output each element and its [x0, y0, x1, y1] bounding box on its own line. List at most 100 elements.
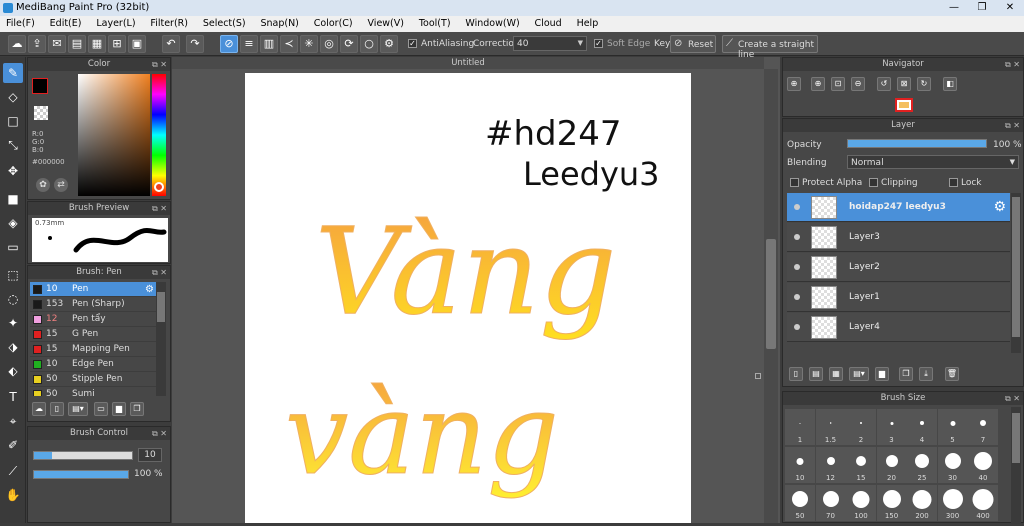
add-brush-icon[interactable]: ☁	[32, 402, 46, 416]
layer-row[interactable]: Layer1	[787, 283, 1010, 312]
layer-row[interactable]: Layer3	[787, 223, 1010, 252]
brush-size-option[interactable]: 7	[968, 409, 998, 445]
add-layer-menu-icon[interactable]: ▤▾	[849, 367, 869, 381]
brush-size-option[interactable]: 3	[876, 409, 907, 445]
share-icon[interactable]: ⇪	[28, 35, 46, 53]
list-item[interactable]: 15 G Pen	[30, 327, 156, 342]
brush-size-value[interactable]: 10	[138, 448, 162, 462]
brush-size-option[interactable]: 30	[937, 447, 968, 483]
panel-popout-icon[interactable]: ⧉ ✕	[152, 266, 167, 279]
brush-size-option[interactable]: 200	[907, 485, 937, 521]
list-item[interactable]: 10 Edge Pen	[30, 357, 156, 372]
menu-select[interactable]: Select(S)	[197, 16, 252, 29]
brush-size-option[interactable]: 10	[785, 447, 815, 483]
close-button[interactable]: ✕	[996, 0, 1024, 16]
menu-view[interactable]: View(V)	[362, 16, 410, 29]
hand-tool-icon[interactable]: ✋	[3, 485, 23, 505]
blending-dropdown[interactable]: Normal ▼	[847, 155, 1019, 169]
gradient-tool-icon[interactable]: ▭	[3, 237, 23, 257]
lasso-tool-icon[interactable]: ◌	[3, 289, 23, 309]
list-item[interactable]: 15 Mapping Pen	[30, 342, 156, 357]
lock-checkbox[interactable]	[949, 178, 958, 187]
circle-snap-icon[interactable]: ○	[360, 35, 378, 53]
list-item[interactable]: 10 Pen ⚙	[30, 282, 156, 297]
text-tool-icon[interactable]: T	[3, 387, 23, 407]
eye-icon[interactable]	[794, 204, 800, 210]
saturation-value-picker[interactable]	[78, 74, 150, 196]
rotate-left-icon[interactable]: ↺	[877, 77, 891, 91]
dot-tool-icon[interactable]: ⤡	[3, 135, 23, 155]
select-tool-icon[interactable]: ⬚	[3, 265, 23, 285]
brush-size-scrollbar[interactable]	[1011, 407, 1021, 524]
brush-size-option[interactable]: 20	[876, 447, 907, 483]
duplicate-brush-icon[interactable]: ❐	[130, 402, 144, 416]
select-eraser-tool-icon[interactable]: ⬖	[3, 361, 23, 381]
eye-icon[interactable]	[794, 264, 800, 270]
radial-snap-icon[interactable]: ✳	[300, 35, 318, 53]
minimize-button[interactable]: —	[940, 0, 968, 16]
undo-icon[interactable]: ↶	[162, 35, 180, 53]
palette-icon[interactable]: ✿	[36, 178, 50, 192]
hue-slider[interactable]	[152, 74, 166, 196]
soft-edge-checkbox[interactable]: ✓	[594, 39, 603, 48]
eye-icon[interactable]	[794, 234, 800, 240]
layer-row[interactable]: hoidap247 leedyu3 ⚙	[787, 193, 1010, 222]
canvas-tab[interactable]: Untitled	[172, 57, 764, 69]
magic-wand-tool-icon[interactable]: ✦	[3, 313, 23, 333]
layer-list-scrollbar[interactable]	[1011, 193, 1021, 353]
panel-popout-icon[interactable]: ⧉ ✕	[1005, 392, 1020, 405]
page-icon[interactable]: ▤	[68, 35, 86, 53]
brush-settings-icon[interactable]: ▭	[94, 402, 108, 416]
panel-popout-icon[interactable]: ⧉ ✕	[152, 427, 167, 440]
list-item[interactable]: 153 Pen (Sharp)	[30, 297, 156, 312]
menu-layer[interactable]: Layer(L)	[90, 16, 141, 29]
list-item[interactable]: 50 Stipple Pen	[30, 372, 156, 387]
zoom-out-icon[interactable]: ⊖	[851, 77, 865, 91]
list-item[interactable]: 12 Pen tẩy	[30, 312, 156, 327]
parallel-snap-icon[interactable]: ≡	[240, 35, 258, 53]
brush-size-option[interactable]: 5	[937, 409, 968, 445]
curve-snap-icon[interactable]: ⟳	[340, 35, 358, 53]
menu-color[interactable]: Color(C)	[308, 16, 359, 29]
blur-tool-icon[interactable]: ✐	[3, 435, 23, 455]
move-tool-icon[interactable]: ✥	[3, 161, 23, 181]
concentric-snap-icon[interactable]: ◎	[320, 35, 338, 53]
flip-icon[interactable]: ◧	[943, 77, 957, 91]
gear-icon[interactable]: ⚙	[145, 282, 154, 297]
antialiasing-checkbox[interactable]: ✓	[408, 39, 417, 48]
eye-icon[interactable]	[794, 324, 800, 330]
fit-icon[interactable]: ⊡	[831, 77, 845, 91]
merge-layer-icon[interactable]: ⤓	[919, 367, 933, 381]
brush-size-option[interactable]: 100	[846, 485, 876, 521]
panel-popout-icon[interactable]: ⧉ ✕	[1005, 119, 1020, 132]
vanishing-point-icon[interactable]: ≺	[280, 35, 298, 53]
list-item[interactable]: 50 Sumi	[30, 387, 156, 396]
brush-size-option[interactable]: 1	[785, 409, 815, 445]
brush-size-option[interactable]: 40	[968, 447, 998, 483]
panel-popout-icon[interactable]: ⧉ ✕	[1005, 58, 1020, 71]
rectangle-tool-icon[interactable]: □	[3, 111, 23, 131]
eyedropper-tool-icon[interactable]: ⟋	[3, 461, 23, 481]
panel-popout-icon[interactable]: ⧉ ✕	[152, 202, 167, 215]
brush-tool-icon[interactable]: ✎	[3, 63, 23, 83]
create-straight-line-button[interactable]: ⟋ Create a straight line	[722, 35, 818, 60]
protect-alpha-checkbox[interactable]	[790, 178, 799, 187]
brush-size-option[interactable]: 1.5	[815, 409, 846, 445]
folder-icon[interactable]: ▆	[875, 367, 889, 381]
menu-edit[interactable]: Edit(E)	[44, 16, 88, 29]
cloud-icon[interactable]: ☁	[8, 35, 26, 53]
brush-size-option[interactable]: 12	[815, 447, 846, 483]
rotate-right-icon[interactable]: ↻	[917, 77, 931, 91]
brush-size-option[interactable]: 400	[968, 485, 998, 521]
new-8bit-layer-icon[interactable]: ▦	[829, 367, 843, 381]
brush-size-option[interactable]: 50	[785, 485, 815, 521]
correction-dropdown[interactable]: 40 ▼	[513, 36, 587, 51]
new-brush-icon[interactable]: ▯	[50, 402, 64, 416]
drawing-canvas[interactable]: #hd247 Leedyu3 Vàng vàng	[245, 73, 691, 523]
canvas-vertical-scrollbar[interactable]	[764, 69, 778, 523]
hue-handle[interactable]	[154, 182, 164, 192]
menu-file[interactable]: File(F)	[0, 16, 41, 29]
layer-row[interactable]: Layer4	[787, 313, 1010, 342]
comment-icon[interactable]: ✉	[48, 35, 66, 53]
menu-snap[interactable]: Snap(N)	[254, 16, 304, 29]
